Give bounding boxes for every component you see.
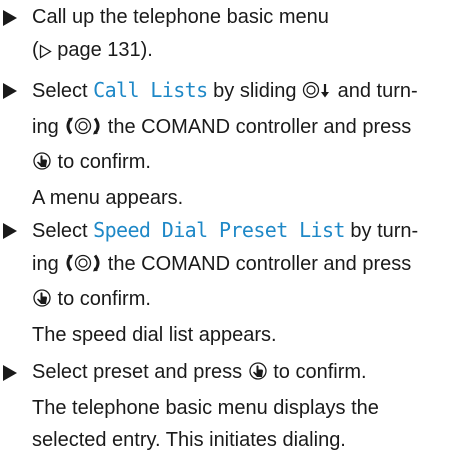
step-3-line-2: ing the COMAND controller and press [32, 248, 469, 284]
controller-slide-down-icon [302, 78, 332, 111]
step-3: Select Speed Dial Preset List by turn- i… [0, 214, 469, 351]
controller-turn-icon [64, 114, 102, 147]
step-4: Select preset and press to confirm. The … [0, 356, 469, 457]
step-4-text: Select preset and press [32, 361, 248, 383]
step-2: Select Call Lists by sliding and turn- i… [0, 74, 469, 214]
step-3-line-1: Select Speed Dial Preset List by turn- [32, 214, 469, 248]
step-3-line-3: to confirm. [32, 283, 469, 319]
step-3-text: to confirm. [52, 288, 151, 310]
step-2-line-2: ing the COMAND controller and press [32, 111, 469, 147]
controller-turn-icon [64, 251, 102, 284]
step-3-text: the COMAND controller and press [102, 252, 412, 275]
step-1-line-2: ( page 131). [32, 34, 469, 70]
bullet-arrow-icon [3, 223, 17, 239]
step-3-text: Select [32, 220, 94, 242]
step-3-result: The speed dial list appears. [32, 323, 277, 346]
instruction-document: Call up the telephone basic menu ( page … [0, 1, 469, 457]
bullet-arrow-icon [3, 365, 17, 381]
menu-item-speed-dial-preset-list: Speed Dial Preset List [93, 218, 345, 242]
step-2-line-1: Select Call Lists by sliding and turn- [32, 74, 469, 111]
controller-press-icon [248, 359, 268, 392]
controller-press-icon [32, 149, 52, 182]
page-reference-icon [39, 37, 52, 70]
page-reference-text: page 131). [51, 38, 153, 61]
bullet-arrow-icon [3, 83, 17, 99]
step-3-text: ing [32, 252, 65, 275]
step-2-text: the COMAND controller and press [102, 115, 412, 138]
bullet-arrow-icon [3, 10, 17, 26]
step-4-text: to confirm. [267, 361, 367, 383]
step-2-text: ing [32, 115, 65, 138]
controller-press-icon [32, 286, 52, 319]
step-2-line-3: to confirm. [32, 146, 469, 182]
step-2-text: by sliding [207, 80, 303, 102]
step-4-result-line-2: selected entry. This initiates dialing. [32, 429, 346, 451]
step-2-text: and turn- [332, 80, 418, 102]
step-4-result-line-1: The telephone basic menu displays the [32, 396, 379, 419]
step-1-line-1: Call up the telephone basic menu [32, 6, 329, 28]
step-2-text: to confirm. [52, 151, 151, 173]
step-2-result: A menu appears. [32, 186, 184, 209]
step-2-text: Select [32, 80, 94, 102]
menu-item-call-lists: Call Lists [93, 78, 208, 102]
step-3-text: by turn- [344, 220, 419, 242]
step-4-line-1: Select preset and press to confirm. [32, 356, 469, 392]
step-1: Call up the telephone basic menu ( page … [0, 1, 469, 69]
